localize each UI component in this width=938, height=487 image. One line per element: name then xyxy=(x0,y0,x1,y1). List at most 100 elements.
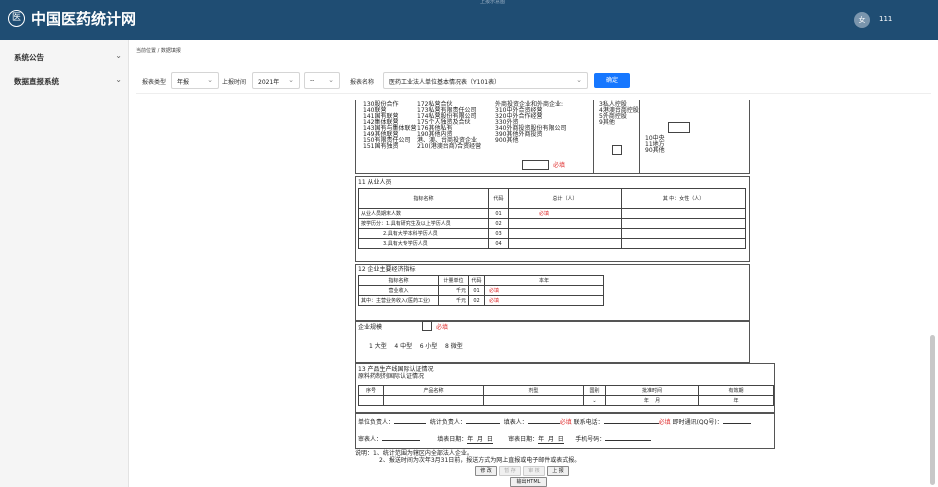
employees-table: 指标名称 代码 总计（人）其 中：女性（人） 从业人员期末人数 01 必填 按学历分：1.… xyxy=(358,188,746,249)
row-female[interactable] xyxy=(621,228,746,239)
option-text: 90其他 xyxy=(645,147,665,154)
site-title: 中国医药统计网 xyxy=(31,10,137,28)
sign-input[interactable] xyxy=(465,423,500,424)
option-text: 151国有独资 xyxy=(363,143,399,150)
signature-row-1: 单位负责人： 统计负责人： 填表人： 必填 联系电话： 必填 即时通讯(QQ号)： xyxy=(358,420,751,426)
user-avatar[interactable]: 女 xyxy=(854,12,870,28)
divider xyxy=(639,100,640,174)
row-total[interactable] xyxy=(508,228,622,239)
chevron-down-icon: ⌄ xyxy=(207,76,213,84)
sign-label: 统计负责人： xyxy=(429,419,466,426)
row-value[interactable]: 必填 xyxy=(484,285,604,296)
logo-icon: 医 xyxy=(8,10,25,27)
sign-input[interactable] xyxy=(394,423,427,424)
confirm-button[interactable]: 确定 xyxy=(594,73,630,88)
ownership-column-1: 130股份合作 140联营 141国有联营 142集体联营 143国有与集体联营 149其… xyxy=(363,102,416,150)
chevron-down-icon: ⌄ xyxy=(115,75,122,84)
holding-input[interactable] xyxy=(612,145,622,155)
sidebar: 系统公告 ⌄ 数据直报系统 ⌄ xyxy=(0,40,129,487)
report-type-select[interactable]: 年报 ⌄ xyxy=(171,72,219,89)
certification-table: 序号 产品名称 剂型 国别 批准时间 有效期 ⌄ 年 月年 xyxy=(358,385,774,406)
header-cell: 总计（人） xyxy=(508,188,622,209)
header-cell: 指标名称 xyxy=(358,188,489,209)
header-cell: 有效期 xyxy=(698,385,774,396)
submit-button[interactable]: 上 报 xyxy=(547,466,569,476)
economic-table: 指标名称 计量单位 代码 本年 营业收入 千元 01 必填 其中：主营业务收入(医药工业) 千元… xyxy=(358,275,604,306)
row-name: 其中：主营业务收入(医药工业) xyxy=(358,295,439,306)
phone-input[interactable] xyxy=(603,423,659,424)
country-select[interactable]: ⌄ xyxy=(583,395,606,406)
table-row: 从业人员期末人数 01 必填 xyxy=(358,208,746,219)
filter-bar: 报表类型 年报 ⌄ 上报时间 2021年 ⌄ -- ⌄ 报表名称 医药工业法人单位基本… xyxy=(136,68,931,94)
row-female[interactable] xyxy=(621,238,746,249)
header-cell: 其 中：女性（人） xyxy=(621,188,746,209)
time-label: 上报时间 xyxy=(222,79,247,86)
section-11-title: 11 从业人员 xyxy=(358,179,392,186)
option-text: 900其他 xyxy=(495,137,519,144)
report-name-select[interactable]: 医药工业法人单位基本情况表（Y101表） ⌄ xyxy=(383,72,588,89)
row-name: 2.具有大学本科学历人员 xyxy=(358,228,489,239)
period-value: -- xyxy=(310,77,315,84)
sidebar-item-announcements[interactable]: 系统公告 ⌄ xyxy=(14,51,122,63)
row-code: 01 xyxy=(468,285,485,296)
review-date[interactable]: 年 月 日 xyxy=(538,436,564,444)
header-cell: 产品名称 xyxy=(383,385,484,396)
sign-label: 审表人： xyxy=(358,436,383,443)
cell-input[interactable] xyxy=(358,395,384,406)
qq-input[interactable] xyxy=(722,423,751,424)
sign-label: 即时通讯(QQ号)： xyxy=(672,419,723,426)
row-code: 01 xyxy=(488,208,509,219)
option-text: 210(港澳台商)合资经营 xyxy=(417,143,482,150)
table-row: 按学历分：1.具有研究生及以上学历人员 02 xyxy=(358,218,746,229)
section-13-subtitle: 原料药制剂国际认证情况 xyxy=(358,373,425,380)
required-mark: 必填 xyxy=(559,419,572,426)
header-cell: 本年 xyxy=(484,275,604,286)
affiliation-input[interactable] xyxy=(668,122,690,133)
header-cell: 剂型 xyxy=(483,385,584,396)
valid-cell[interactable]: 年 xyxy=(698,395,774,406)
row-female[interactable] xyxy=(621,208,746,219)
ownership-column-3: 外商投资企业和外商企业: 310中外合资经营 320中外合作经营 330外资 340外商… xyxy=(495,102,566,144)
row-total[interactable] xyxy=(508,238,622,249)
note-2: 2、报送时间为次年3月31日前，报送方式为网上直报或电子邮件或表式报。 xyxy=(379,457,581,464)
chevron-down-icon: ⌄ xyxy=(115,51,122,60)
table-row: 营业收入 千元 01 必填 xyxy=(358,285,604,296)
row-unit: 千元 xyxy=(438,285,469,296)
row-name: 3.具有大专学历人员 xyxy=(358,238,489,249)
required-mark: 必填 xyxy=(658,419,671,426)
row-code: 04 xyxy=(488,238,509,249)
row-total[interactable]: 必填 xyxy=(508,208,622,219)
edit-button[interactable]: 修 改 xyxy=(475,466,497,476)
year-select[interactable]: 2021年 ⌄ xyxy=(252,72,300,89)
sign-input[interactable] xyxy=(527,423,560,424)
divider xyxy=(593,100,594,174)
year-value: 2021年 xyxy=(258,79,280,86)
ownership-column-2: 172私营合伙 173私营有限责任公司 174私营股份有限公司 175个人独资及合伙 1… xyxy=(417,102,481,150)
fill-date[interactable]: 年 月 日 xyxy=(467,436,493,444)
audit-button[interactable]: 审 核 xyxy=(523,466,545,476)
scrollbar[interactable] xyxy=(930,335,935,485)
table-row: 3.具有大专学历人员 04 xyxy=(358,238,746,249)
ownership-type-input[interactable] xyxy=(522,160,549,170)
sign-input[interactable] xyxy=(382,440,421,441)
cell-input[interactable] xyxy=(483,395,584,406)
export-html-button[interactable]: 输出HTML xyxy=(510,477,547,487)
header-cell: 指标名称 xyxy=(358,275,439,286)
top-crumb: 上报示意图 xyxy=(480,0,506,5)
save-draft-button[interactable]: 暂 存 xyxy=(499,466,521,476)
sign-label: 审表日期： xyxy=(508,436,539,443)
period-select[interactable]: -- ⌄ xyxy=(304,72,340,89)
row-total[interactable] xyxy=(508,218,622,229)
row-name: 从业人员期末人数 xyxy=(358,208,489,219)
date-cell[interactable]: 年 月 xyxy=(605,395,699,406)
row-female[interactable] xyxy=(621,218,746,229)
row-value[interactable]: 必填 xyxy=(484,295,604,306)
mobile-input[interactable] xyxy=(605,440,652,441)
sidebar-item-data-reporting[interactable]: 数据直报系统 ⌄ xyxy=(14,75,122,87)
sidebar-item-label: 系统公告 xyxy=(14,53,44,62)
header-cell: 国别 xyxy=(583,385,606,396)
cell-input[interactable] xyxy=(383,395,484,406)
scale-input[interactable] xyxy=(422,321,432,331)
user-name[interactable]: 111 xyxy=(879,15,892,23)
chevron-down-icon: ⌄ xyxy=(328,76,334,84)
